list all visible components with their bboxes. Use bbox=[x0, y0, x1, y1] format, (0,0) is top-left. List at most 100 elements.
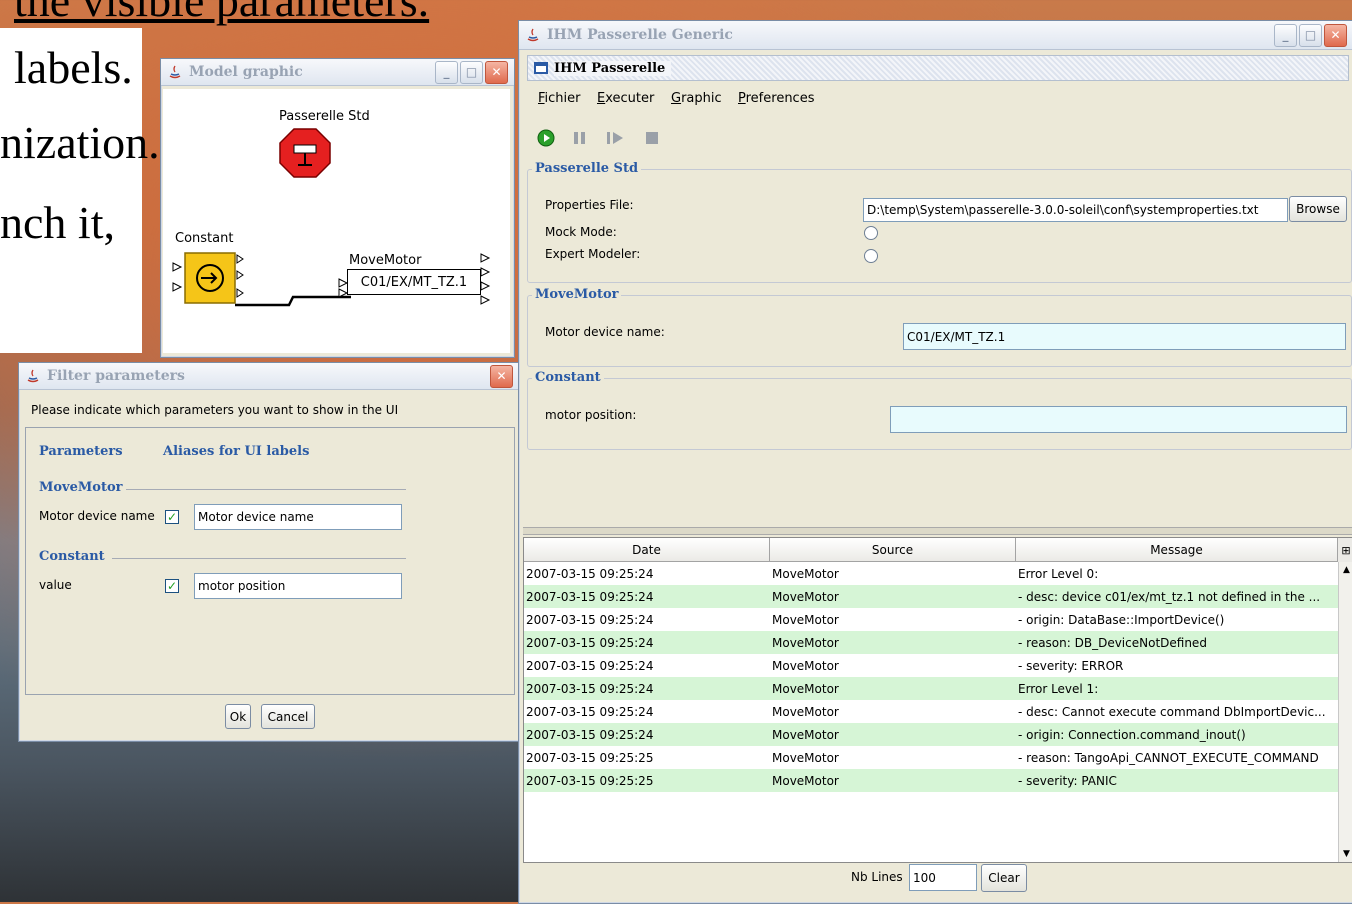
table-row[interactable]: 2007-03-15 09:25:24 MoveMotor Error Level … bbox=[524, 562, 1338, 585]
log-cell-source: MoveMotor bbox=[772, 750, 839, 765]
scroll-down-arrow[interactable]: ▼ bbox=[1339, 846, 1352, 862]
alias-input-motor-device-name[interactable]: Motor device name bbox=[194, 504, 402, 530]
menu-preferences[interactable]: Preferences bbox=[738, 91, 814, 106]
menu-graphic[interactable]: Graphic bbox=[671, 91, 722, 106]
menu-executer[interactable]: Executer bbox=[597, 91, 654, 106]
column-header-aliases: Aliases for UI labels bbox=[163, 444, 310, 459]
param-checkbox-motor-device-name[interactable]: ✓ bbox=[165, 510, 179, 524]
properties-file-input[interactable]: D:\temp\System\passerelle-3.0.0-soleil\c… bbox=[863, 198, 1288, 222]
log-cell-message: - severity: PANIC bbox=[1016, 769, 1338, 792]
log-cell-source: MoveMotor bbox=[772, 612, 839, 627]
actor-label-passerelle-std: Passerelle Std bbox=[279, 109, 370, 124]
close-button[interactable]: ✕ bbox=[485, 60, 508, 84]
log-cell-source: MoveMotor bbox=[770, 585, 1016, 608]
maximize-button[interactable]: □ bbox=[1299, 23, 1322, 47]
log-table: Date Source Message ⊞ 2007-03-15 09:25:2… bbox=[523, 537, 1352, 863]
log-rows-table: 2007-03-15 09:25:24 MoveMotor Error Level … bbox=[524, 562, 1338, 792]
table-row[interactable]: 2007-03-15 09:25:25 MoveMotor - severity: … bbox=[524, 769, 1338, 792]
alias-input-value[interactable]: motor position bbox=[194, 573, 402, 599]
filter-parameters-title: Filter parameters bbox=[47, 368, 185, 384]
model-graphic-window: Model graphic _ □ ✕ Passerelle Std Const… bbox=[160, 58, 515, 358]
minimize-button[interactable]: _ bbox=[435, 60, 458, 84]
log-cell-message: - severity: ERROR bbox=[1018, 658, 1124, 673]
log-cell-date: 2007-03-15 09:25:24 bbox=[526, 612, 654, 627]
mock-mode-radio[interactable] bbox=[864, 226, 878, 240]
model-graphic-title: Model graphic bbox=[189, 64, 303, 80]
close-button[interactable]: ✕ bbox=[490, 364, 513, 388]
log-cell-date: 2007-03-15 09:25:25 bbox=[524, 769, 770, 792]
log-cell-date: 2007-03-15 09:25:24 bbox=[526, 566, 654, 581]
log-cell-source: MoveMotor bbox=[770, 769, 1016, 792]
filter-parameters-dialog: Filter parameters ✕ Please indicate whic… bbox=[18, 362, 520, 742]
slide-text-line-0: the visible parameters. bbox=[14, 0, 430, 26]
scroll-up-arrow[interactable]: ▲ bbox=[1339, 562, 1352, 578]
movemotor-input-port bbox=[338, 278, 349, 298]
java-icon bbox=[25, 368, 41, 384]
table-row[interactable]: 2007-03-15 09:25:24 MoveMotor - severity: … bbox=[524, 654, 1338, 677]
column-header-message[interactable]: Message bbox=[1016, 538, 1338, 562]
actor-label-constant: Constant bbox=[175, 231, 234, 246]
mock-mode-label: Mock Mode: bbox=[545, 225, 617, 239]
motor-position-input[interactable] bbox=[890, 406, 1347, 433]
actor-label-movemotor: MoveMotor bbox=[349, 253, 422, 268]
passerelle-std-director-icon[interactable] bbox=[278, 127, 332, 179]
step-icon[interactable] bbox=[605, 129, 627, 147]
table-row[interactable]: 2007-03-15 09:25:25 MoveMotor - reason: Ta… bbox=[524, 746, 1338, 769]
motor-position-label: motor position: bbox=[545, 408, 637, 422]
movemotor-actor-box[interactable]: C01/EX/MT_TZ.1 bbox=[347, 269, 481, 295]
column-header-source[interactable]: Source bbox=[770, 538, 1016, 562]
pause-icon[interactable] bbox=[571, 129, 589, 147]
log-cell-date: 2007-03-15 09:25:24 bbox=[524, 723, 770, 746]
movemotor-ports bbox=[480, 253, 491, 305]
nb-lines-input[interactable]: 100 bbox=[909, 864, 977, 891]
section-movemotor: MoveMotor bbox=[39, 480, 123, 495]
ihm-titlebar[interactable]: IHM Passerelle Generic _ □ ✕ bbox=[519, 21, 1352, 50]
section-constant: Constant bbox=[39, 549, 105, 564]
splitter[interactable] bbox=[523, 527, 1352, 535]
browse-button[interactable]: Browse bbox=[1289, 196, 1347, 222]
java-icon bbox=[167, 64, 183, 80]
log-cell-date: 2007-03-15 09:25:25 bbox=[526, 750, 654, 765]
log-cell-date: 2007-03-15 09:25:24 bbox=[524, 585, 770, 608]
close-button[interactable]: ✕ bbox=[1324, 23, 1347, 47]
motor-device-name-label: Motor device name: bbox=[545, 325, 665, 339]
internal-frame-title: IHM Passerelle bbox=[554, 60, 672, 76]
table-row[interactable]: 2007-03-15 09:25:24 MoveMotor - origin: Co… bbox=[524, 723, 1338, 746]
maximize-button[interactable]: □ bbox=[460, 60, 483, 84]
log-cell-source: MoveMotor bbox=[772, 566, 839, 581]
motor-device-name-input[interactable]: C01/EX/MT_TZ.1 bbox=[903, 323, 1346, 350]
expert-modeler-radio[interactable] bbox=[864, 249, 878, 263]
group-title-movemotor: MoveMotor bbox=[532, 287, 622, 302]
cancel-button[interactable]: Cancel bbox=[261, 704, 315, 729]
param-label-value: value bbox=[39, 578, 72, 592]
log-cell-source: MoveMotor bbox=[772, 658, 839, 673]
table-row[interactable]: 2007-03-15 09:25:24 MoveMotor - desc: devi… bbox=[524, 585, 1338, 608]
java-icon bbox=[525, 27, 541, 43]
model-canvas[interactable]: Passerelle Std Constant MoveMotor C01/EX… bbox=[163, 89, 510, 353]
column-header-parameters: Parameters bbox=[39, 444, 123, 459]
param-checkbox-value[interactable]: ✓ bbox=[165, 579, 179, 593]
model-graphic-titlebar[interactable]: Model graphic _ □ ✕ bbox=[161, 59, 514, 86]
table-row[interactable]: 2007-03-15 09:25:24 MoveMotor Error Level … bbox=[524, 677, 1338, 700]
ihm-window-title: IHM Passerelle Generic bbox=[547, 27, 733, 43]
movemotor-param-label: C01/EX/MT_TZ.1 bbox=[360, 274, 468, 290]
log-cell-source: MoveMotor bbox=[770, 723, 1016, 746]
stop-icon[interactable] bbox=[643, 129, 661, 147]
table-row[interactable]: 2007-03-15 09:25:24 MoveMotor - reason: DB… bbox=[524, 631, 1338, 654]
log-cell-date: 2007-03-15 09:25:24 bbox=[526, 658, 654, 673]
log-cell-date: 2007-03-15 09:25:24 bbox=[524, 677, 770, 700]
vertical-scrollbar[interactable]: ▲ ▼ bbox=[1338, 562, 1352, 862]
column-control-icon[interactable]: ⊞ bbox=[1338, 538, 1352, 563]
run-icon[interactable] bbox=[536, 128, 556, 148]
internal-frame-titlebar[interactable]: IHM Passerelle bbox=[527, 55, 1349, 81]
log-cell-message: - desc: Cannot execute command DbImportD… bbox=[1018, 704, 1326, 719]
minimize-button[interactable]: _ bbox=[1274, 23, 1297, 47]
column-header-date[interactable]: Date bbox=[524, 538, 770, 562]
clear-button[interactable]: Clear bbox=[981, 864, 1027, 892]
table-row[interactable]: 2007-03-15 09:25:24 MoveMotor - desc: Cann… bbox=[524, 700, 1338, 723]
filter-parameters-titlebar[interactable]: Filter parameters ✕ bbox=[19, 363, 519, 390]
table-row[interactable]: 2007-03-15 09:25:24 MoveMotor - origin: Da… bbox=[524, 608, 1338, 631]
log-cell-message: - desc: device c01/ex/mt_tz.1 not define… bbox=[1016, 585, 1338, 608]
menu-fichier[interactable]: Fichier bbox=[538, 91, 581, 106]
ok-button[interactable]: Ok bbox=[225, 704, 251, 729]
